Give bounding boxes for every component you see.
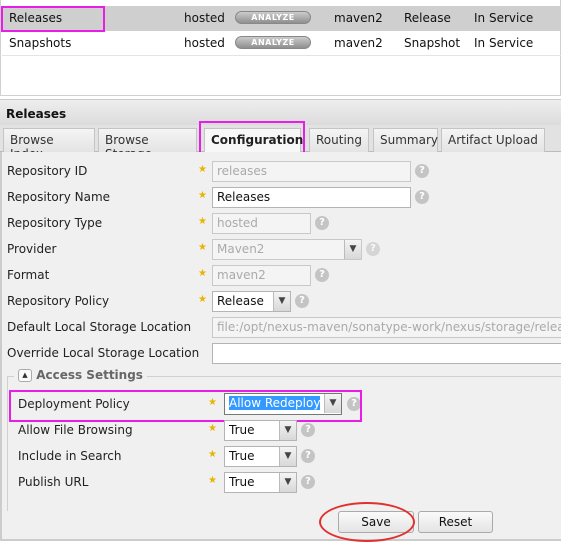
repo-type-field: hosted	[212, 213, 311, 234]
repo-name: Snapshots	[9, 36, 72, 50]
chevron-down-icon[interactable]: ▼	[273, 292, 290, 311]
file-browsing-value: True	[229, 423, 255, 437]
reset-button[interactable]: Reset	[418, 511, 493, 533]
collapse-icon[interactable]: ▲	[18, 369, 32, 382]
policy-value: Release	[217, 294, 264, 308]
tab-browse-storage[interactable]: Browse Storage	[98, 128, 197, 161]
highlight-box	[9, 390, 362, 422]
override-location-label: Override Local Storage Location	[7, 346, 200, 360]
required-star-icon: ★	[208, 475, 217, 486]
chevron-down-icon[interactable]: ▼	[279, 447, 296, 466]
publish-url-label: Publish URL	[18, 475, 89, 489]
include-search-select[interactable]: True ▼	[224, 446, 297, 467]
repo-name-input[interactable]: Releases	[212, 187, 411, 208]
help-icon[interactable]: ?	[315, 216, 329, 230]
repo-type: hosted	[184, 36, 225, 50]
repo-policy: Snapshot	[404, 36, 461, 50]
access-settings-title: Access Settings	[36, 368, 143, 382]
help-icon[interactable]: ?	[415, 164, 429, 178]
repo-format: maven2	[334, 11, 383, 25]
help-icon[interactable]: ?	[315, 268, 329, 282]
required-star-icon: ★	[198, 190, 207, 201]
publish-url-select[interactable]: True ▼	[224, 472, 297, 493]
help-icon[interactable]: ?	[366, 242, 380, 256]
include-search-label: Include in Search	[18, 449, 122, 463]
help-icon[interactable]: ?	[301, 423, 315, 437]
help-icon[interactable]: ?	[301, 449, 315, 463]
policy-label: Repository Policy	[7, 294, 110, 308]
repo-name-label: Repository Name	[7, 190, 111, 204]
repo-status: In Service	[474, 11, 534, 25]
file-browsing-select[interactable]: True ▼	[224, 420, 297, 441]
provider-value: Maven2	[217, 242, 265, 256]
tab-routing[interactable]: Routing	[309, 128, 369, 152]
required-star-icon: ★	[208, 449, 217, 460]
chevron-down-icon[interactable]: ▼	[279, 473, 296, 492]
format-label: Format	[7, 268, 50, 282]
required-star-icon: ★	[208, 423, 217, 434]
provider-select: Maven2 ▼	[212, 239, 362, 260]
analyze-button[interactable]: ANALYZE	[235, 11, 311, 24]
help-icon[interactable]: ?	[295, 294, 309, 308]
publish-url-value: True	[229, 475, 255, 489]
override-location-input[interactable]	[212, 343, 561, 364]
access-settings-legend: ▲ Access Settings	[14, 368, 147, 382]
required-star-icon: ★	[198, 294, 207, 305]
default-location-field: file:/opt/nexus-maven/sonatype-work/nexu…	[212, 317, 561, 338]
chevron-down-icon: ▼	[344, 240, 361, 259]
repo-type: hosted	[184, 11, 225, 25]
repo-policy: Release	[404, 11, 451, 25]
repo-type-label: Repository Type	[7, 216, 103, 230]
tab-browse-index[interactable]: Browse Index	[3, 128, 95, 161]
required-star-icon: ★	[198, 268, 207, 279]
required-star-icon: ★	[198, 242, 207, 253]
tab-summary[interactable]: Summary	[373, 128, 438, 152]
help-icon[interactable]: ?	[415, 190, 429, 204]
policy-select[interactable]: Release ▼	[212, 291, 291, 312]
include-search-value: True	[229, 449, 255, 463]
required-star-icon: ★	[198, 164, 207, 175]
table-row[interactable]: Snapshots hosted ANALYZE maven2 Snapshot…	[2, 31, 561, 56]
chevron-down-icon[interactable]: ▼	[279, 421, 296, 440]
format-field: maven2	[212, 265, 311, 286]
highlight-box	[1, 6, 105, 32]
tab-artifact-upload[interactable]: Artifact Upload	[441, 128, 545, 152]
file-browsing-label: Allow File Browsing	[18, 423, 133, 437]
help-icon[interactable]: ?	[301, 475, 315, 489]
default-location-label: Default Local Storage Location	[7, 320, 192, 334]
repo-id-label: Repository ID	[7, 164, 88, 178]
annotation-circle	[319, 502, 415, 542]
required-star-icon: ★	[198, 216, 207, 227]
repo-status: In Service	[474, 36, 534, 50]
provider-label: Provider	[7, 242, 57, 256]
repo-format: maven2	[334, 36, 383, 50]
analyze-button[interactable]: ANALYZE	[235, 36, 311, 49]
repo-id-field: releases	[212, 161, 411, 182]
